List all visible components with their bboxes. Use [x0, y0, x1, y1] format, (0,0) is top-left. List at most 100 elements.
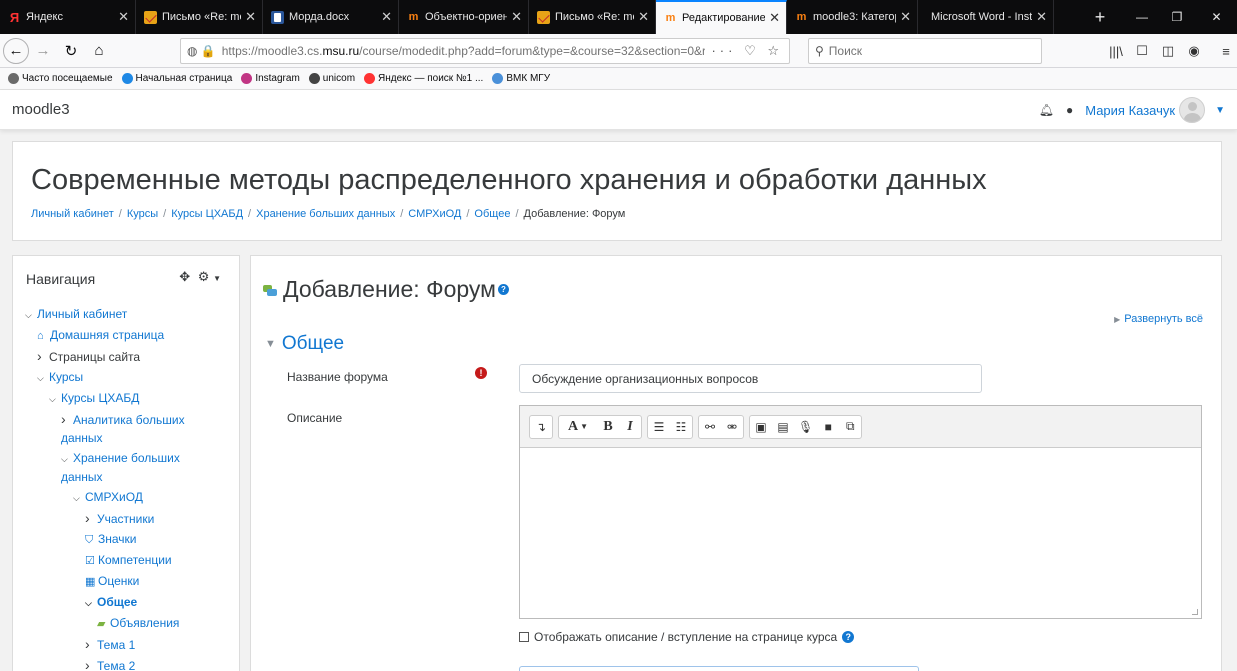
chevron-down-icon[interactable]: ⌵ — [61, 450, 73, 468]
show-description-checkbox[interactable] — [519, 632, 529, 642]
section-general-toggle[interactable]: ▼ Общее — [265, 333, 344, 355]
close-tab-icon[interactable]: ✕ — [769, 10, 780, 26]
sidebar-icon[interactable]: ◫ — [1154, 34, 1182, 68]
close-tab-icon[interactable]: ✕ — [381, 9, 392, 25]
nav-tree-item[interactable]: › Аналитика больших данных — [13, 409, 213, 448]
microphone-icon[interactable]: 🎙︎ — [794, 416, 817, 438]
close-tab-icon[interactable]: ✕ — [638, 9, 649, 25]
breadcrumb-item[interactable]: Курсы — [127, 208, 158, 220]
back-icon[interactable]: ← — [3, 37, 29, 64]
nav-tree-item[interactable]: › Тема 1 — [13, 634, 239, 655]
chevron-down-icon[interactable]: ⌵ — [25, 305, 37, 325]
chevron-down-icon[interactable]: ⌵ — [85, 593, 97, 613]
chevron-right-icon[interactable]: › — [85, 508, 97, 528]
restore-icon[interactable]: ❐ — [1155, 0, 1199, 34]
resize-handle-icon[interactable] — [1192, 609, 1198, 615]
ordered-list-icon[interactable]: ☷ — [670, 416, 692, 438]
bookmark-item[interactable]: ВМК МГУ — [492, 73, 550, 84]
reload-icon[interactable]: ↻ — [57, 37, 85, 65]
pocket-icon[interactable]: ☐ — [1128, 34, 1156, 68]
shield-lock-icon[interactable]: ◍ 🔒 — [187, 44, 216, 58]
move-icon[interactable]: ✥ — [179, 269, 190, 284]
nav-tree-item[interactable]: ⛉ Значки — [13, 529, 239, 550]
bookmark-item[interactable]: Яндекс — поиск №1 ... — [364, 73, 483, 84]
browser-tab[interactable]: Я Яндекс ✕ — [0, 0, 136, 34]
chevron-right-icon[interactable]: › — [85, 634, 97, 654]
expand-all-link[interactable]: ▶ Развернуть всё — [1114, 313, 1203, 325]
nav-tree-item[interactable]: ⌵ Хранение больших данных — [13, 448, 213, 487]
browser-tab[interactable]: m Объектно-ориенти ✕ — [399, 0, 529, 34]
breadcrumb-item[interactable]: Общее — [474, 208, 510, 220]
browser-tab[interactable]: m moodle3: Категори ✕ — [787, 0, 918, 34]
account-icon[interactable]: ◉ — [1180, 34, 1208, 68]
gear-icon[interactable]: ⚙ — [198, 269, 210, 284]
chevron-down-icon[interactable]: ⌵ — [37, 368, 49, 388]
nav-tree-item[interactable]: ⌵ СМРХиОД — [13, 487, 239, 508]
breadcrumb-item[interactable]: Хранение больших данных — [256, 208, 395, 220]
nav-tree-item[interactable]: ⌵ Общее — [13, 592, 239, 613]
unordered-list-icon[interactable]: ☰ — [648, 416, 670, 438]
nav-tree-item[interactable]: › Участники — [13, 508, 239, 529]
unlink-icon[interactable]: ⚮ — [721, 416, 743, 438]
nav-tree-item[interactable]: ⌵ Курсы ЦХАБД — [13, 388, 239, 409]
bell-icon[interactable]: 🔔︎ — [1039, 103, 1054, 117]
address-bar[interactable]: ◍ 🔒 https://moodle3.cs.msu.ru/course/mod… — [180, 38, 790, 64]
nav-tree-item[interactable]: ▰ Объявления — [13, 613, 239, 634]
browser-tab[interactable]: Письмо «Re: mood ✕ — [136, 0, 263, 34]
nav-tree-item[interactable]: ☑ Компетенции — [13, 550, 239, 571]
url-text[interactable]: https://moodle3.cs.msu.ru/course/modedit… — [222, 44, 706, 58]
close-window-icon[interactable]: ✕ — [1196, 0, 1237, 34]
chevron-down-icon[interactable]: ▼ — [213, 274, 221, 283]
user-menu[interactable]: 🔔︎ ● Мария Казачук ▼ — [1033, 96, 1225, 124]
new-tab-button[interactable]: + — [1085, 0, 1115, 34]
bookmark-item[interactable]: Часто посещаемые — [8, 73, 113, 84]
home-icon[interactable]: ⌂ — [85, 37, 113, 65]
chevron-down-icon[interactable]: ⌵ — [73, 488, 85, 508]
close-tab-icon[interactable]: ✕ — [1036, 9, 1047, 25]
page-actions-icon[interactable]: ··· ♡ ☆ — [711, 43, 783, 59]
menu-icon[interactable]: ≡ — [1212, 34, 1237, 68]
block-controls[interactable]: ✥ ⚙ ▼ — [179, 269, 221, 285]
close-tab-icon[interactable]: ✕ — [511, 9, 522, 25]
description-textarea[interactable] — [520, 449, 1201, 618]
paragraph-style-icon[interactable]: A ▼ — [559, 416, 597, 438]
help-icon[interactable]: ? — [842, 631, 855, 643]
close-tab-icon[interactable]: ✕ — [245, 9, 256, 25]
bold-icon[interactable]: B — [597, 416, 619, 438]
chevron-right-icon[interactable]: › — [61, 410, 73, 428]
image-icon[interactable]: ▣ — [750, 416, 772, 438]
chevron-down-icon[interactable]: ⌵ — [49, 389, 61, 409]
italic-icon[interactable]: I — [619, 416, 641, 438]
chevron-right-icon[interactable]: › — [37, 346, 49, 366]
bookmark-item[interactable]: unicom — [308, 73, 355, 84]
toolbar-toggle-icon[interactable]: ↴ — [530, 416, 552, 438]
manage-files-icon[interactable]: ⧉ — [839, 416, 861, 438]
video-icon[interactable]: ■ — [817, 416, 839, 438]
link-icon[interactable]: ⚯ — [699, 416, 721, 438]
bookmark-item[interactable]: Начальная страница — [121, 73, 232, 84]
search-input[interactable]: ⚲ Поиск — [808, 38, 1042, 64]
browser-tab[interactable]: m Редактирование Ф✕ — [656, 0, 787, 34]
nav-tree-item[interactable]: ⌂ Домашняя страница — [13, 325, 239, 346]
nav-tree-item[interactable]: ▦ Оценки — [13, 571, 239, 592]
chat-icon[interactable]: ● — [1066, 103, 1073, 117]
nav-tree-item[interactable]: › Тема 2 — [13, 655, 239, 671]
next-field-partial[interactable] — [519, 666, 919, 671]
chevron-right-icon[interactable]: › — [85, 655, 97, 671]
chevron-down-icon[interactable]: ▼ — [1215, 105, 1225, 116]
site-name[interactable]: moodle3 — [12, 101, 70, 118]
forum-name-input[interactable] — [519, 364, 982, 393]
media-icon[interactable]: ▤ — [772, 416, 794, 438]
show-description-label[interactable]: Отображать описание / вступление на стра… — [534, 630, 837, 644]
nav-tree-item[interactable]: › Страницы сайта — [13, 346, 239, 367]
nav-tree-item[interactable]: ⌵ Курсы — [13, 367, 239, 388]
breadcrumb-item[interactable]: СМРХиОД — [408, 208, 461, 220]
avatar[interactable] — [1179, 97, 1206, 123]
close-tab-icon[interactable]: ✕ — [118, 9, 129, 25]
browser-tab[interactable]: Microsoft Word - Instact✕ — [918, 0, 1054, 34]
user-name[interactable]: Мария Казачук — [1085, 103, 1175, 118]
browser-tab[interactable]: Письмо «Re: mood ✕ — [529, 0, 656, 34]
breadcrumb-item[interactable]: Курсы ЦХАБД — [171, 208, 243, 220]
library-icon[interactable]: |||\ — [1102, 34, 1130, 68]
browser-tab[interactable]: Морда.docx ✕ — [263, 0, 399, 34]
